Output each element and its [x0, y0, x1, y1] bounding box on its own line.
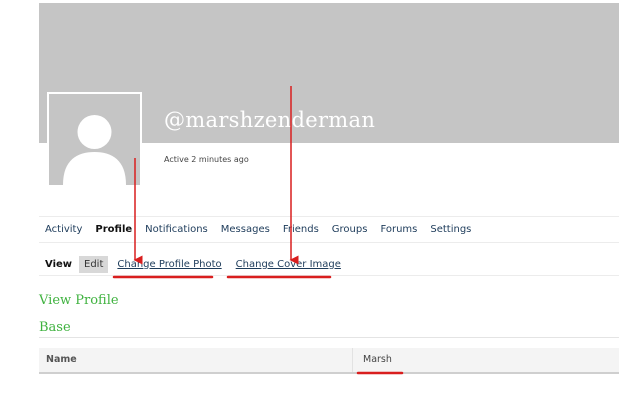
nav-item-profile[interactable]: Profile [95, 224, 132, 235]
profile-handle: @marshzenderman [164, 108, 376, 132]
nav-item-activity[interactable]: Activity [45, 224, 82, 235]
default-user-silhouette-icon [49, 94, 140, 185]
column-divider [352, 348, 353, 372]
avatar [47, 92, 142, 187]
field-value-name: Marsh [363, 354, 392, 365]
base-section-heading: Base [39, 320, 71, 335]
subnav-edit[interactable]: Edit [79, 255, 109, 273]
field-label-name: Name [46, 354, 77, 365]
divider [39, 337, 619, 338]
subnav-change-profile-photo[interactable]: Change Profile Photo [112, 256, 226, 273]
subnav-change-cover-image[interactable]: Change Cover Image [231, 256, 346, 273]
profile-sub-nav: View Edit Change Profile Photo Change Co… [39, 253, 619, 276]
nav-item-notifications[interactable]: Notifications [145, 224, 208, 235]
profile-page: @marshzenderman Active 2 minutes ago Act… [0, 0, 619, 401]
subnav-view[interactable]: View [40, 256, 77, 273]
view-profile-heading: View Profile [39, 293, 119, 308]
main-nav: Activity Profile Notifications Messages … [39, 216, 619, 243]
nav-item-messages[interactable]: Messages [221, 224, 270, 235]
nav-item-forums[interactable]: Forums [380, 224, 417, 235]
table-row: Name Marsh [39, 348, 619, 374]
nav-item-groups[interactable]: Groups [332, 224, 368, 235]
activity-status: Active 2 minutes ago [164, 155, 249, 164]
nav-item-settings[interactable]: Settings [430, 224, 471, 235]
nav-item-friends[interactable]: Friends [283, 224, 319, 235]
